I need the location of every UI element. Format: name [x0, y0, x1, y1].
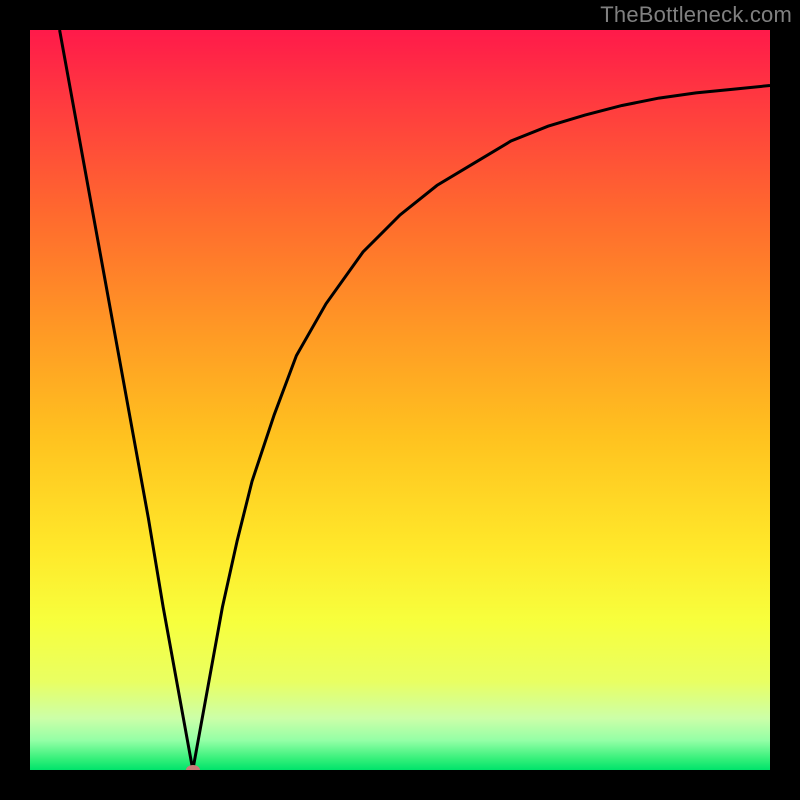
minimum-marker — [186, 765, 200, 770]
watermark-text: TheBottleneck.com — [600, 2, 792, 28]
plot-area — [30, 30, 770, 770]
bottleneck-curve — [30, 30, 770, 770]
chart-frame: TheBottleneck.com — [0, 0, 800, 800]
